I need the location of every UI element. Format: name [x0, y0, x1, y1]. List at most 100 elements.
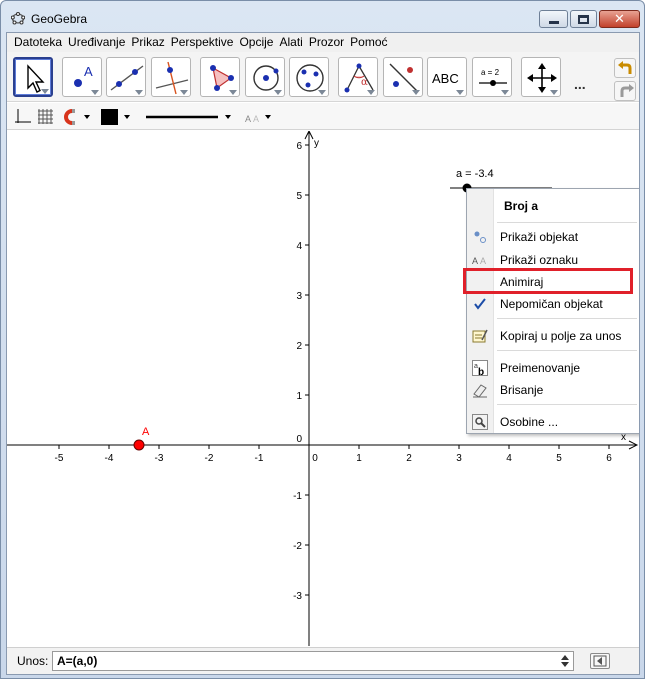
y-tick-label: 5 [296, 191, 302, 202]
text-tool-button[interactable]: ABC [427, 57, 467, 97]
menu-item-fixed-object[interactable]: Nepomičan objekat [467, 293, 639, 315]
eraser-icon [473, 384, 487, 398]
y-tick-label: 1 [296, 391, 302, 402]
tool-dropdown-icon [180, 90, 188, 95]
y-tick-label: -1 [293, 491, 302, 502]
y-tick-label: 3 [296, 291, 302, 302]
menu-bar: Datoteka Uređivanje Prikaz Perspektive O… [7, 33, 639, 52]
menu-edit[interactable]: Uređivanje [65, 33, 128, 52]
y-tick-label: 4 [296, 241, 302, 252]
context-menu: Broj a Prikaži objekat AA Prikaži oznaku… [463, 188, 639, 434]
menu-item-label: Prikaži oznaku [500, 253, 579, 267]
y-axis-label: y [314, 138, 319, 149]
close-button[interactable]: ✕ [599, 10, 640, 28]
point-a[interactable] [133, 439, 145, 451]
copy-to-input-icon [472, 329, 488, 343]
menu-view[interactable]: Prikaz [128, 33, 167, 52]
input-field[interactable]: A=(a,0) [52, 651, 574, 671]
svg-text:A: A [84, 64, 93, 79]
y-tick-label: -2 [293, 541, 302, 552]
client-area: Datoteka Uređivanje Prikaz Perspektive O… [6, 32, 640, 675]
line-tool-button[interactable] [106, 57, 146, 97]
graphics-view[interactable]: x y -5 -4 -3 -2 -1 0 1 2 3 4 5 6 6 5 4 3 2 1 0 -1 -2 -3 a = -3.4… [7, 131, 639, 646]
separator [497, 318, 637, 319]
show-axes-icon[interactable] [14, 108, 32, 126]
history-spinner-icon[interactable] [560, 654, 570, 668]
move-tool-button[interactable] [13, 57, 53, 97]
maximize-button[interactable] [570, 10, 597, 28]
slider-tool-button[interactable]: a = 2 [472, 57, 512, 97]
menu-tools[interactable]: Alati [276, 33, 305, 52]
menu-item-delete[interactable]: Brisanje [467, 379, 639, 401]
y-tick-label: 0 [296, 434, 302, 445]
menu-help[interactable]: Pomoć [347, 33, 390, 52]
x-tick-label: 4 [506, 453, 512, 464]
tool-dropdown-icon [41, 89, 49, 94]
redo-button[interactable] [614, 81, 636, 101]
menu-item-copy-to-input[interactable]: Kopiraj u polje za unos [467, 325, 639, 347]
circle-tool-button[interactable] [245, 57, 285, 97]
highlight-annotation [463, 268, 633, 294]
window-title: GeoGebra [31, 12, 88, 26]
separator [497, 404, 637, 405]
tool-dropdown-icon [501, 90, 509, 95]
properties-icon [472, 414, 488, 430]
menu-item-animate[interactable]: Animiraj [463, 268, 639, 294]
show-object-icon [474, 231, 486, 243]
x-tick-label: -2 [205, 453, 214, 464]
polygon-tool-button[interactable] [200, 57, 240, 97]
menu-item-label: Prikaži objekat [500, 230, 579, 244]
svg-text:ABC: ABC [432, 71, 459, 86]
line-style-icon[interactable] [144, 108, 236, 126]
toolbar: A α ABC a = 2 ... [7, 52, 639, 102]
tool-dropdown-icon [135, 90, 143, 95]
svg-text:A: A [245, 114, 251, 124]
minimize-button[interactable] [539, 10, 568, 28]
point-capturing-magnet-icon[interactable] [61, 108, 93, 126]
reflect-tool-button[interactable] [383, 57, 423, 97]
tool-dropdown-icon [91, 90, 99, 95]
menu-item-label: Animiraj [500, 275, 544, 289]
more-tools-button[interactable]: ... [574, 76, 586, 92]
menu-item-rename[interactable]: ab Preimenovanje [467, 357, 639, 379]
minimize-icon [548, 20, 559, 24]
svg-text:α: α [361, 77, 368, 88]
conic-tool-button[interactable] [289, 57, 329, 97]
slider-caption: a = -3.4 [456, 168, 494, 180]
x-tick-label: 5 [556, 453, 562, 464]
menu-item-show-object[interactable]: Prikaži objekat [467, 226, 639, 248]
separator [497, 350, 637, 351]
input-bar: Unos: A=(a,0) [7, 647, 639, 674]
x-tick-label: -4 [105, 453, 114, 464]
menu-window[interactable]: Prozor [306, 33, 347, 52]
x-tick-label: -1 [255, 453, 264, 464]
menu-item-label: Osobine ... [500, 415, 559, 429]
point-tool-button[interactable]: A [62, 57, 102, 97]
tool-dropdown-icon [550, 90, 558, 95]
y-tick-label: 6 [296, 141, 302, 152]
menu-item-label: Brisanje [500, 383, 544, 397]
color-picker-icon[interactable] [100, 108, 134, 126]
undo-button[interactable] [614, 58, 636, 78]
context-menu-header: Broj a [504, 199, 539, 213]
menu-options[interactable]: Opcije [236, 33, 276, 52]
menu-perspectives[interactable]: Perspektive [168, 33, 237, 52]
x-tick-label: -3 [155, 453, 164, 464]
maximize-icon [578, 14, 589, 24]
menu-item-label: Nepomičan objekat [500, 297, 603, 311]
show-grid-icon[interactable] [37, 108, 55, 126]
input-help-button[interactable] [590, 653, 610, 669]
label-style-icon[interactable]: AA [243, 108, 277, 126]
x-tick-label: 6 [606, 453, 612, 464]
collapse-arrow-icon [593, 655, 607, 667]
y-tick-label: -3 [293, 591, 302, 602]
angle-tool-button[interactable]: α [338, 57, 378, 97]
menu-item-properties[interactable]: Osobine ... [467, 411, 639, 433]
menu-file[interactable]: Datoteka [11, 33, 65, 52]
x-tick-label: 1 [356, 453, 362, 464]
svg-text:A: A [253, 114, 259, 124]
x-tick-label: -5 [55, 453, 64, 464]
style-bar: AA [7, 103, 639, 130]
move-graphics-view-tool-button[interactable] [521, 57, 561, 97]
perpendicular-line-tool-button[interactable] [151, 57, 191, 97]
